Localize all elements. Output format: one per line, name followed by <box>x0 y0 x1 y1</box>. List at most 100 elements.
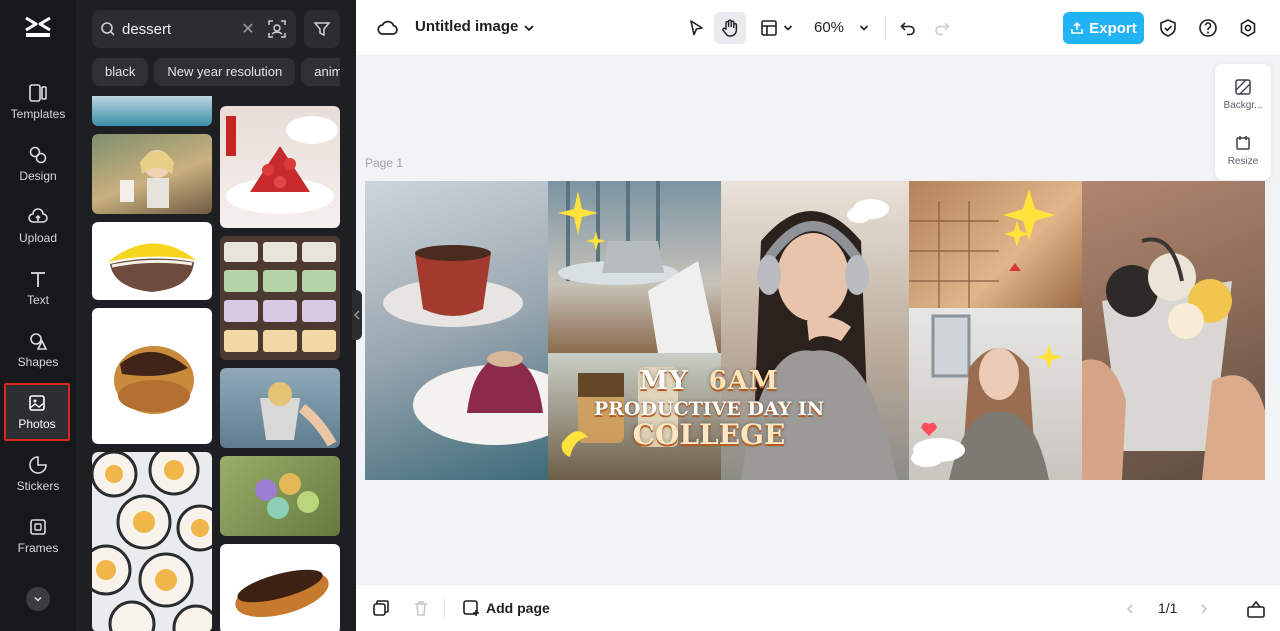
redo-button[interactable] <box>930 16 954 40</box>
export-upload-icon <box>1071 21 1084 34</box>
page-manager-button[interactable] <box>1244 597 1268 621</box>
photo-thumbnail[interactable] <box>220 544 340 631</box>
sidebar-item-label: Photos <box>18 417 56 431</box>
photo-results-grid <box>92 96 340 631</box>
background-tool-label: Backgr... <box>1223 100 1263 111</box>
search-box[interactable]: ✕ <box>92 10 296 48</box>
resize-icon <box>1236 136 1250 150</box>
photo-thumbnail[interactable] <box>220 236 340 360</box>
hand-icon <box>722 19 738 37</box>
add-page-label: Add page <box>486 600 550 616</box>
sidebar-more-button[interactable] <box>26 587 50 611</box>
sidebar-item-label: Text <box>26 293 49 307</box>
title-menu-button[interactable] <box>520 18 538 38</box>
canvas-photo-blazer-girl[interactable] <box>909 308 1082 480</box>
canvas-photo-coffee[interactable] <box>365 181 548 480</box>
canvas-side-tools: Backgr... Resize <box>1215 64 1271 180</box>
mochi-photo <box>255 473 319 519</box>
photo-thumbnail[interactable] <box>92 222 212 300</box>
delete-page-button[interactable] <box>410 597 432 619</box>
left-rail: Templates Design Upload Text Shapes Phot… <box>0 0 76 631</box>
sidebar-item-frames[interactable]: Frames <box>6 508 70 564</box>
layout-menu-button[interactable] <box>780 18 796 38</box>
duplicate-icon <box>373 600 389 616</box>
chevron-left-icon <box>354 310 360 320</box>
canvas-headline[interactable]: MY 6AM PRODUCTIVE DAY IN COLLEGE <box>549 366 869 451</box>
add-page-button[interactable]: Add page <box>462 599 550 617</box>
security-button[interactable] <box>1156 16 1180 40</box>
canvas-photo-laptop[interactable] <box>548 181 721 353</box>
sidebar-item-label: Design <box>19 169 57 183</box>
app-root: Templates Design Upload Text Shapes Phot… <box>0 0 1280 631</box>
redo-icon <box>935 22 950 36</box>
headline-word-my: MY <box>639 366 689 396</box>
chevron-down-icon <box>524 25 534 32</box>
background-tool-button[interactable]: Backgr... <box>1215 78 1271 111</box>
help-button[interactable] <box>1196 16 1220 40</box>
shield-icon <box>1160 19 1176 37</box>
chevron-left-icon <box>1126 604 1133 614</box>
settings-button[interactable] <box>1236 16 1260 40</box>
cloud-save-button[interactable] <box>376 16 400 40</box>
headline-line-3: COLLEGE <box>632 418 786 451</box>
photo-thumbnail[interactable] <box>220 368 340 448</box>
export-label: Export <box>1089 19 1137 37</box>
canvas-photo-ice-cream[interactable] <box>1082 181 1265 480</box>
clear-search-icon[interactable]: ✕ <box>238 19 258 39</box>
export-button[interactable]: Export <box>1063 12 1144 44</box>
capcut-logo-icon[interactable] <box>22 14 54 42</box>
next-page-button[interactable] <box>1194 599 1214 619</box>
sidebar-item-design[interactable]: Design <box>6 136 70 192</box>
templates-icon <box>29 84 47 102</box>
stickers-icon <box>29 456 47 474</box>
photo-thumbnail[interactable] <box>220 456 340 536</box>
chip-black[interactable]: black <box>92 58 149 86</box>
sidebar-item-stickers[interactable]: Stickers <box>6 446 70 502</box>
question-mark-icon <box>1199 19 1217 37</box>
chevron-down-icon <box>783 25 793 31</box>
sidebar-item-photos[interactable]: Photos <box>4 383 70 441</box>
blazer-girl-illustration <box>911 314 1062 480</box>
sidebar-item-text[interactable]: Text <box>6 260 70 316</box>
frames-icon <box>30 519 46 535</box>
panel-collapse-handle[interactable] <box>352 290 362 340</box>
previous-page-button[interactable] <box>1120 599 1140 619</box>
photo-thumbnail[interactable] <box>92 452 212 631</box>
layout-button[interactable] <box>758 16 780 40</box>
shapes-icon <box>30 333 48 350</box>
sidebar-item-shapes[interactable]: Shapes <box>6 322 70 378</box>
filter-button[interactable] <box>304 10 340 48</box>
design-icon <box>29 146 47 164</box>
chip-new-year-resolution[interactable]: New year resolution <box>154 58 296 86</box>
undo-button[interactable] <box>896 16 920 40</box>
select-tool-button[interactable] <box>682 14 710 42</box>
text-icon <box>31 272 45 287</box>
chip-anim[interactable]: anim <box>301 58 340 86</box>
document-title[interactable]: Untitled image <box>415 18 518 35</box>
zoom-level[interactable]: 60% <box>814 19 844 36</box>
canvas-photo-calendar[interactable] <box>909 181 1082 308</box>
undo-icon <box>900 22 915 36</box>
add-page-icon <box>463 600 479 616</box>
photo-thumbnail[interactable] <box>92 308 212 444</box>
duplicate-page-button[interactable] <box>370 597 392 619</box>
photo-thumbnail[interactable] <box>92 134 212 214</box>
resize-tool-button[interactable]: Resize <box>1215 134 1271 167</box>
eclair-2-photo <box>235 569 329 617</box>
search-input[interactable] <box>122 20 232 38</box>
sidebar-item-templates[interactable]: Templates <box>6 74 70 130</box>
photos-icon <box>29 395 45 411</box>
zoom-menu-button[interactable] <box>856 18 872 38</box>
photo-thumbnail[interactable] <box>220 106 340 228</box>
girl-dessert-photo <box>120 150 174 208</box>
hand-tool-button[interactable] <box>714 12 746 44</box>
visual-search-icon[interactable] <box>266 18 288 40</box>
photo-thumbnail[interactable] <box>92 96 212 126</box>
banana-cake-photo <box>108 243 196 292</box>
coffee-jelly-illustration <box>383 245 548 445</box>
lemon-tarts-photo <box>92 452 212 631</box>
page-manager-icon <box>1247 600 1265 618</box>
ice-cream-illustration <box>1082 237 1265 480</box>
photos-panel: ✕ blackNew year resolutionanim <box>76 0 356 631</box>
sidebar-item-upload[interactable]: Upload <box>6 198 70 254</box>
